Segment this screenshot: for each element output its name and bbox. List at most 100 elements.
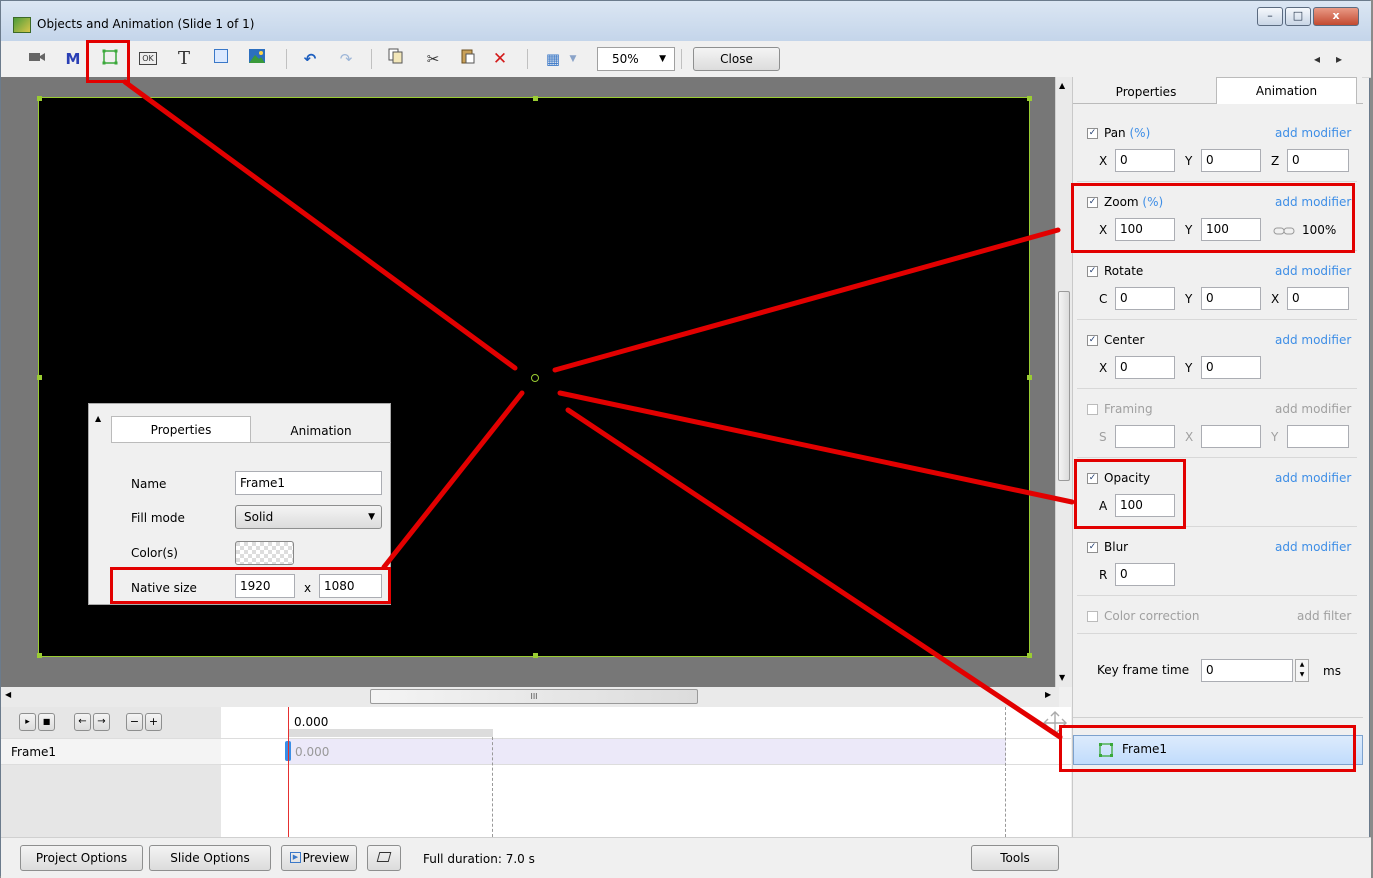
color-correction-checkbox[interactable]	[1087, 611, 1098, 622]
pan-x-input[interactable]: 0	[1115, 149, 1175, 172]
color-correction-add-filter[interactable]: add filter	[1297, 609, 1351, 623]
screen-toggle-button[interactable]	[367, 845, 401, 871]
timeline-object-bar[interactable]	[288, 739, 1006, 764]
pan-x-label: X	[1099, 154, 1108, 168]
tab-properties[interactable]: Properties	[111, 416, 251, 442]
maximize-button[interactable]: □	[1285, 7, 1311, 26]
center-label: Center	[1104, 333, 1145, 347]
zoom-in-timeline-button[interactable]: +	[145, 713, 162, 731]
section-divider	[1077, 319, 1357, 320]
resize-handle[interactable]	[37, 375, 42, 380]
pan-checkbox[interactable]: ✓	[1087, 128, 1098, 139]
minimize-button[interactable]: –	[1257, 7, 1283, 26]
section-divider	[1077, 181, 1357, 182]
image-icon[interactable]	[245, 48, 269, 70]
copy-icon[interactable]	[384, 48, 408, 70]
step-back-button[interactable]: ←	[74, 713, 91, 731]
resize-handle[interactable]	[1027, 96, 1032, 101]
play-button[interactable]: ▸	[19, 713, 36, 731]
color-swatch[interactable]	[235, 541, 294, 565]
center-y-input[interactable]: 0	[1201, 356, 1261, 379]
framing-y-input[interactable]	[1287, 425, 1349, 448]
prev-slide-icon[interactable]: ◂	[1305, 48, 1329, 70]
section-divider	[1077, 457, 1357, 458]
mask-icon[interactable]: M	[61, 48, 85, 70]
zoom-select[interactable]: 50% ▼	[597, 47, 675, 71]
center-x-label: X	[1099, 361, 1108, 375]
rotate-c-input[interactable]: 0	[1115, 287, 1175, 310]
resize-handle[interactable]	[533, 96, 538, 101]
text-icon[interactable]: T	[172, 48, 196, 70]
blur-r-input[interactable]: 0	[1115, 563, 1175, 586]
resize-handle[interactable]	[37, 96, 42, 101]
framing-x-input[interactable]	[1201, 425, 1261, 448]
framing-s-input[interactable]	[1115, 425, 1175, 448]
scroll-down-icon[interactable]: ▼	[1059, 673, 1065, 682]
resize-handle[interactable]	[1027, 375, 1032, 380]
scroll-right-icon[interactable]: ▶	[1045, 690, 1051, 699]
key-frame-time-input[interactable]: 0	[1201, 659, 1293, 682]
preview-button[interactable]: ▶ Preview	[281, 845, 357, 871]
name-input[interactable]: Frame1	[235, 471, 382, 495]
pan-label: Pan (%)	[1104, 126, 1151, 140]
redo-icon[interactable]: ↷	[334, 48, 358, 70]
key-frame-spinner[interactable]: ▲ ▼	[1295, 659, 1309, 682]
delete-icon[interactable]: ✕	[488, 48, 512, 70]
scroll-left-icon[interactable]: ◀	[5, 690, 11, 699]
grid-dropdown-icon[interactable]: ▼	[567, 48, 579, 70]
center-x-input[interactable]: 0	[1115, 356, 1175, 379]
rotate-x-input[interactable]: 0	[1287, 287, 1349, 310]
slide-options-button[interactable]: Slide Options	[149, 845, 271, 871]
close-button[interactable]: Close	[693, 47, 780, 71]
opacity-add-modifier[interactable]: add modifier	[1275, 471, 1351, 485]
undo-icon[interactable]: ↶	[298, 48, 322, 70]
step-forward-button[interactable]: →	[93, 713, 110, 731]
resize-handle[interactable]	[533, 653, 538, 658]
zoom-out-timeline-button[interactable]: −	[126, 713, 143, 731]
hscroll-thumb[interactable]: III	[370, 689, 698, 704]
timeline-row[interactable]: Frame1 0.000	[1, 738, 1071, 765]
pan-add-modifier[interactable]: add modifier	[1275, 126, 1351, 140]
playhead[interactable]	[288, 707, 289, 837]
center-y-label: Y	[1185, 361, 1193, 375]
project-options-button[interactable]: Project Options	[20, 845, 143, 871]
grid-icon[interactable]: ▦	[541, 48, 565, 70]
rotate-y-input[interactable]: 0	[1201, 287, 1261, 310]
fill-mode-select[interactable]: Solid ▼	[235, 505, 382, 529]
next-slide-icon[interactable]: ▸	[1327, 48, 1351, 70]
vertical-scrollbar[interactable]: ▲ ▼	[1055, 77, 1072, 687]
scroll-thumb[interactable]	[1058, 291, 1070, 481]
rotate-add-modifier[interactable]: add modifier	[1275, 264, 1351, 278]
toolbar: M OK T ↶ ↷ ✂ ✕ ▦ ▼ 50% ▼ Close ◂ ▸	[1, 41, 1371, 78]
full-duration: Full duration: 7.0 s	[423, 852, 535, 866]
tab-properties[interactable]: Properties	[1077, 79, 1215, 105]
pan-y-input[interactable]: 0	[1201, 149, 1261, 172]
tab-animation[interactable]: Animation	[251, 418, 391, 444]
framing-add-modifier[interactable]: add modifier	[1275, 402, 1351, 416]
tab-animation[interactable]: Animation	[1216, 77, 1357, 104]
resize-handle[interactable]	[37, 653, 42, 658]
center-checkbox[interactable]: ✓	[1087, 335, 1098, 346]
horizontal-scrollbar[interactable]: ◀ III ▶	[1, 687, 1059, 707]
close-window-button[interactable]: x	[1313, 7, 1359, 26]
cut-icon[interactable]: ✂	[421, 48, 445, 70]
tools-button[interactable]: Tools	[971, 845, 1059, 871]
key-frame-unit: ms	[1323, 664, 1341, 678]
stop-button[interactable]: ■	[38, 713, 55, 731]
camera-icon[interactable]	[25, 48, 49, 70]
blur-add-modifier[interactable]: add modifier	[1275, 540, 1351, 554]
resize-handle[interactable]	[1027, 653, 1032, 658]
button-object-icon[interactable]: OK	[136, 48, 160, 70]
framing-checkbox[interactable]	[1087, 404, 1098, 415]
blur-checkbox[interactable]: ✓	[1087, 542, 1098, 553]
blur-label: Blur	[1104, 540, 1129, 554]
paste-icon[interactable]	[456, 48, 480, 70]
scroll-up-icon[interactable]: ▲	[1059, 81, 1065, 90]
center-handle[interactable]	[531, 374, 539, 382]
center-add-modifier[interactable]: add modifier	[1275, 333, 1351, 347]
chevron-down-icon: ▼	[368, 512, 375, 522]
pan-z-input[interactable]: 0	[1287, 149, 1349, 172]
timeline-row-name: Frame1	[11, 745, 57, 759]
rectangle-icon[interactable]	[209, 48, 233, 70]
rotate-checkbox[interactable]: ✓	[1087, 266, 1098, 277]
